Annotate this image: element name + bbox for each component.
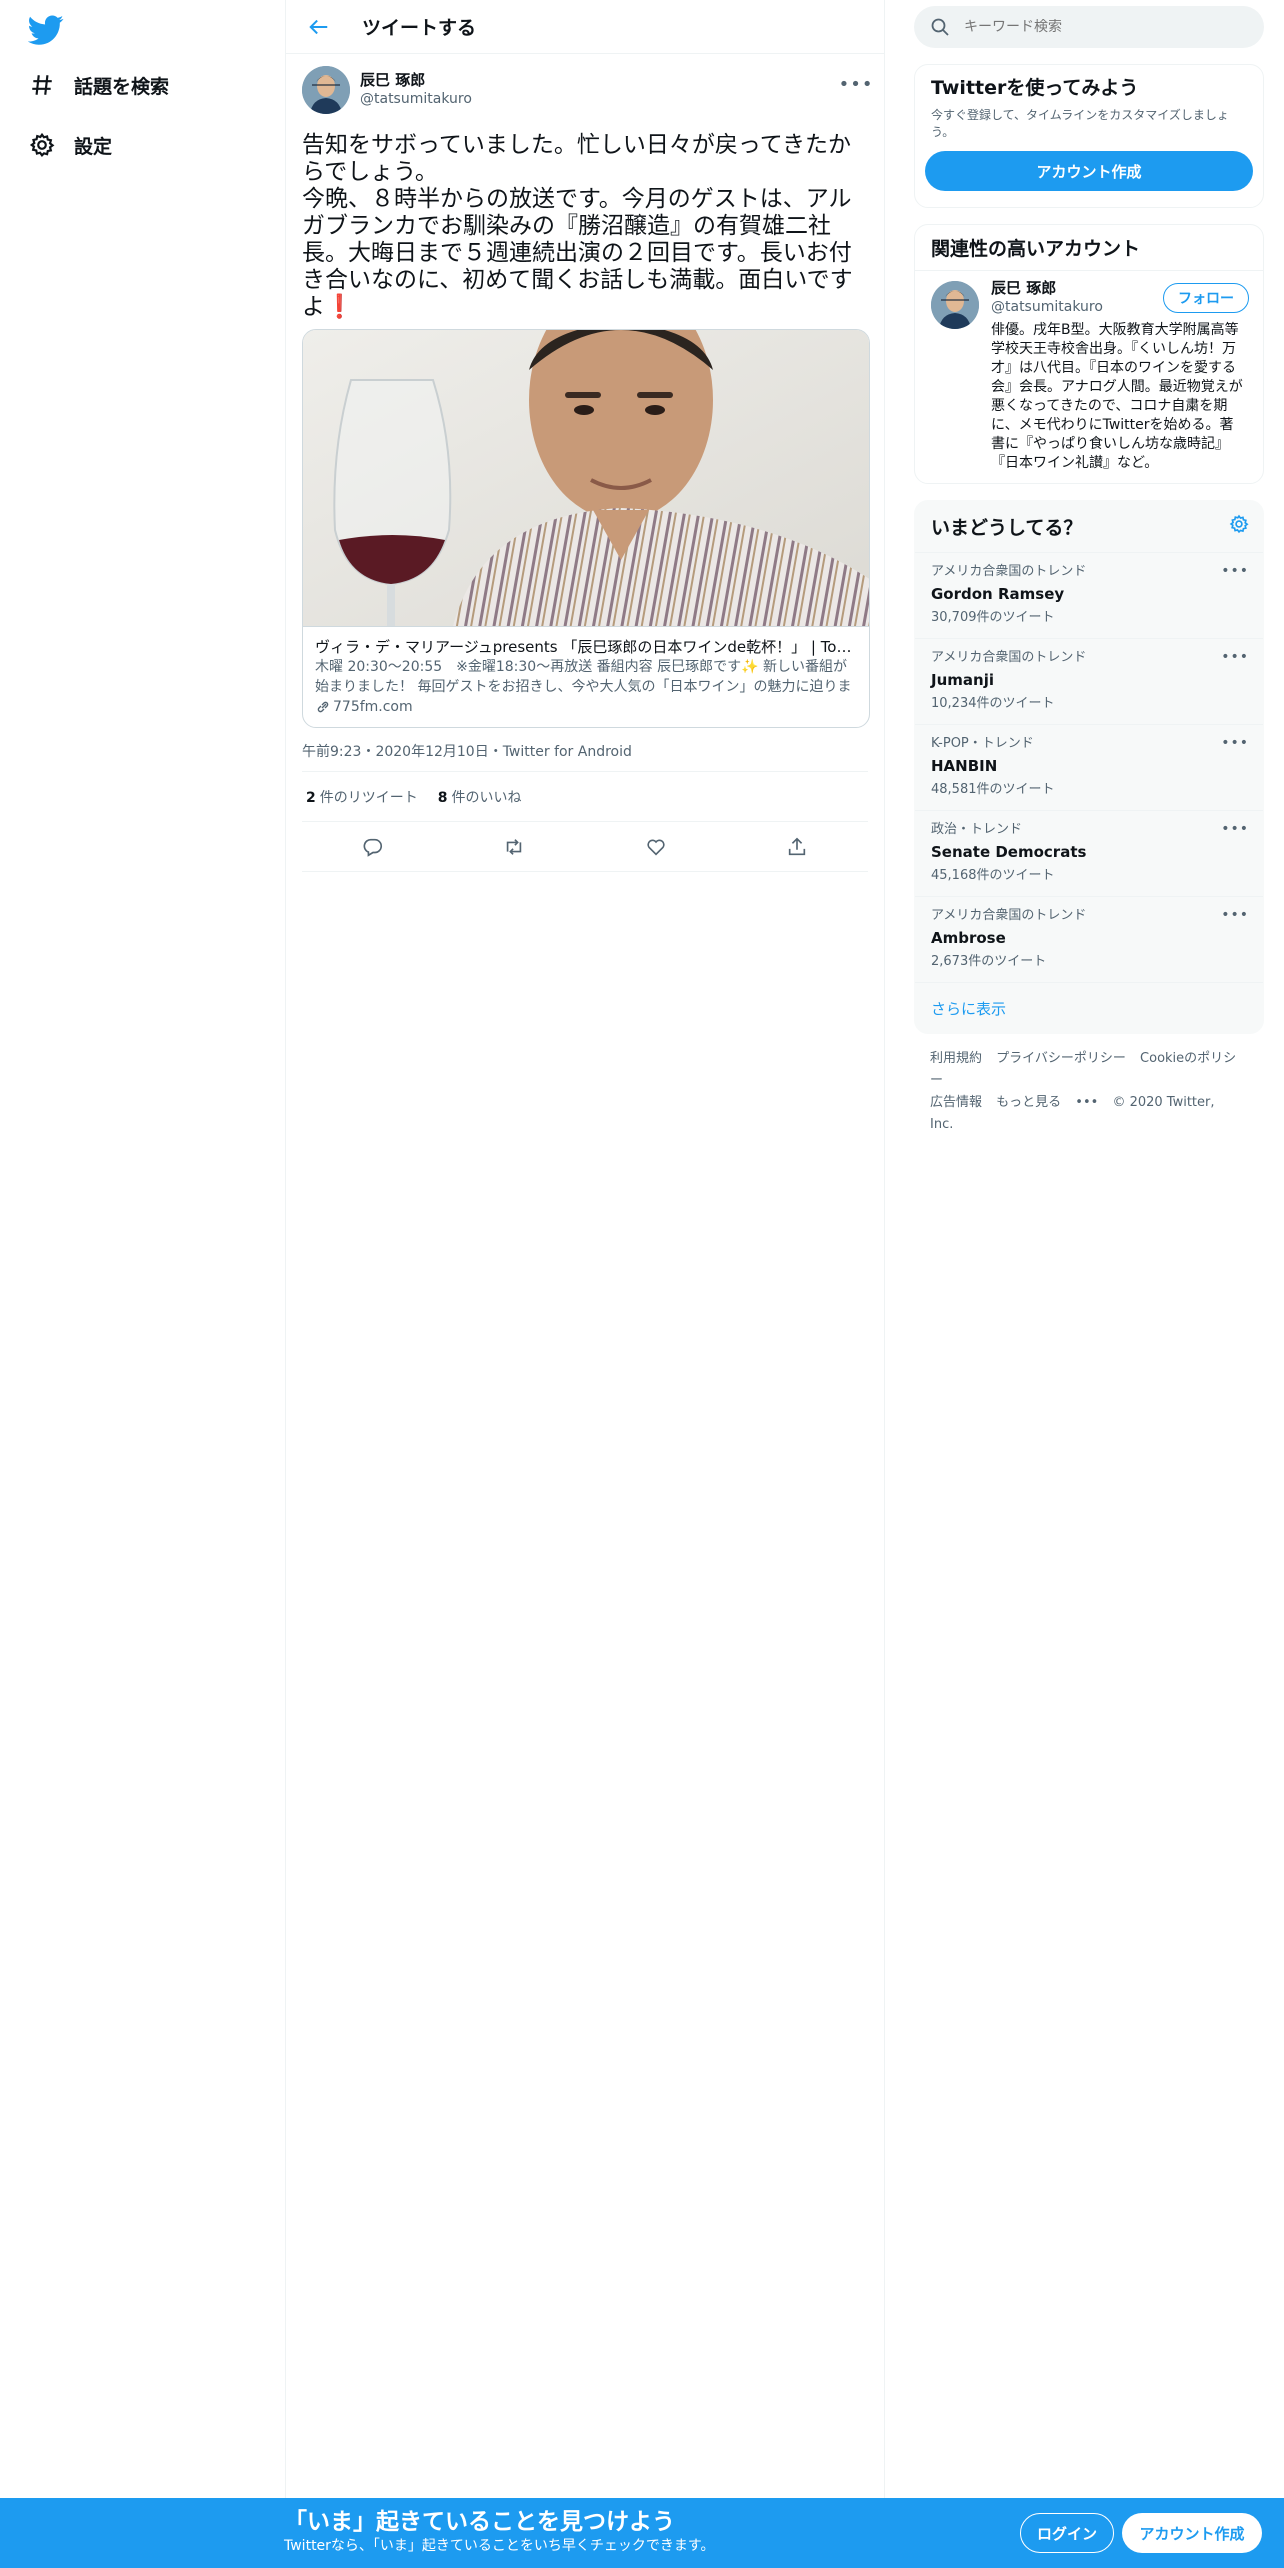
bottom-subtitle: Twitterなら、「いま」起きていることをいち早くチェックできます。 xyxy=(284,2538,715,2554)
left-sidebar: 話題を検索 設定 xyxy=(0,0,285,2498)
trend-item[interactable]: 政治・トレンド Senate Democrats 45,168件のツイート ••… xyxy=(915,811,1263,897)
retweet-icon[interactable] xyxy=(496,829,532,865)
signup-title: Twitterを使ってみよう xyxy=(931,77,1139,99)
like-count: 8 xyxy=(437,789,448,806)
bottom-signup-bar: 「いま」起きていることを見つけよう Twitterなら、「いま」起きていることを… xyxy=(0,2498,1284,2568)
search-input[interactable] xyxy=(964,19,1224,35)
nav-explore-label: 話題を検索 xyxy=(74,75,170,98)
trend-name: Senate Democrats xyxy=(931,843,1087,861)
search-icon xyxy=(930,17,950,37)
avatar[interactable] xyxy=(302,66,350,114)
avatar[interactable] xyxy=(931,281,979,329)
share-icon[interactable] xyxy=(779,829,815,865)
link-card[interactable]: ヴィラ・デ・マリアージュpresents 「辰巳琢郎の日本ワインde乾杯！」 |… xyxy=(302,329,870,728)
card-image[interactable] xyxy=(303,330,869,626)
related-accounts-panel: 関連性の高いアカウント 辰巳 琢郎 @tatsumitakuro 俳優。戌年B型… xyxy=(914,224,1264,484)
arrow-left-icon[interactable] xyxy=(302,10,336,44)
main-header: ツイートする xyxy=(286,0,884,54)
trend-item[interactable]: アメリカ合衆国のトレンド Jumanji 10,234件のツイート ••• xyxy=(915,639,1263,725)
search-box[interactable] xyxy=(914,6,1264,48)
trend-context: アメリカ合衆国のトレンド xyxy=(931,564,1087,579)
gear-icon[interactable] xyxy=(1229,514,1249,539)
trend-name: Jumanji xyxy=(931,671,994,689)
link-icon xyxy=(315,699,331,715)
more-options-icon[interactable]: ••• xyxy=(1221,821,1249,837)
create-account-button[interactable]: アカウント作成 xyxy=(925,151,1253,191)
trend-count: 48,581件のツイート xyxy=(931,782,1055,797)
nav-explore[interactable]: 話題を検索 xyxy=(28,65,169,105)
retweet-stat[interactable]: 2 件のリツイート xyxy=(306,787,418,807)
card-domain: 775fm.com xyxy=(315,697,857,717)
more-options-icon[interactable]: ••• xyxy=(839,72,873,96)
signup-subtitle: 今すぐ登録して、タイムラインをカスタマイズしましょう。 xyxy=(931,108,1229,139)
trend-item[interactable]: アメリカ合衆国のトレンド Gordon Ramsey 30,709件のツイート … xyxy=(915,553,1263,639)
like-label: 件のいいね xyxy=(451,789,522,806)
more-link[interactable]: もっと見る ••• xyxy=(996,1095,1098,1110)
tweet-author[interactable]: 辰巳 琢郎 @tatsumitakuro xyxy=(302,64,868,116)
signup-panel: Twitterを使ってみよう 今すぐ登録して、タイムラインをカスタマイズしましょ… xyxy=(914,64,1264,208)
author-name[interactable]: 辰巳 琢郎 xyxy=(360,71,472,90)
trend-context: アメリカ合衆国のトレンド xyxy=(931,650,1087,665)
trend-context: K-POP・トレンド xyxy=(931,736,1034,751)
terms-link[interactable]: 利用規約 xyxy=(930,1051,982,1066)
trend-context: 政治・トレンド xyxy=(931,822,1023,837)
trend-item[interactable]: アメリカ合衆国のトレンド Ambrose 2,673件のツイート ••• xyxy=(915,897,1263,983)
login-button[interactable]: ログイン xyxy=(1020,2513,1114,2553)
more-options-icon[interactable]: ••• xyxy=(1221,649,1249,665)
trend-name: HANBIN xyxy=(931,757,998,775)
tweet: 辰巳 琢郎 @tatsumitakuro ••• 告知をサボっていました。忙しい… xyxy=(286,54,884,872)
exclamation-emoji: ❗ xyxy=(325,294,354,320)
follow-button[interactable]: フォロー xyxy=(1163,283,1249,313)
tweet-body: 告知をサボっていました。忙しい日々が戻ってきたからでしょう。 今晩、８時半からの… xyxy=(302,132,853,320)
related-account[interactable]: 辰巳 琢郎 @tatsumitakuro 俳優。戌年B型。大阪教育大学附属高等学… xyxy=(915,271,1263,483)
card-domain-text: 775fm.com xyxy=(333,699,413,715)
trend-count: 30,709件のツイート xyxy=(931,610,1055,625)
more-options-icon[interactable]: ••• xyxy=(1221,563,1249,579)
card-description: 木曜 20:30〜20:55 ※金曜18:30〜再放送 番組内容 辰巳琢郎です✨… xyxy=(315,659,852,695)
like-icon[interactable] xyxy=(638,829,674,865)
trend-name: Gordon Ramsey xyxy=(931,585,1065,603)
related-bio: 俳優。戌年B型。大阪教育大学附属高等学校天王寺校舎出身。『くいしん坊！万才』は八… xyxy=(991,322,1243,471)
like-stat[interactable]: 8 件のいいね xyxy=(438,787,522,807)
main-column: ツイートする 辰巳 琢郎 @tatsumitakuro ••• 告知をサボってい… xyxy=(285,0,885,2498)
gear-icon xyxy=(28,131,56,159)
tweet-stats: 2 件のリツイート 8 件のいいね xyxy=(302,772,868,822)
trend-count: 45,168件のツイート xyxy=(931,868,1055,883)
trends-title: いまどうしてる？ xyxy=(931,517,1083,539)
more-options-icon[interactable]: ••• xyxy=(1221,907,1249,923)
more-options-icon[interactable]: ••• xyxy=(1221,735,1249,751)
trends-panel: いまどうしてる？ アメリカ合衆国のトレンド Gordon Ramsey 30,7… xyxy=(914,500,1264,1034)
card-title: ヴィラ・デ・マリアージュpresents 「辰巳琢郎の日本ワインde乾杯！」 |… xyxy=(315,638,857,656)
author-handle: @tatsumitakuro xyxy=(360,91,472,107)
reply-icon[interactable] xyxy=(355,829,391,865)
ads-link[interactable]: 広告情報 xyxy=(930,1095,982,1110)
right-sidebar: Twitterを使ってみよう 今すぐ登録して、タイムラインをカスタマイズしましょ… xyxy=(914,0,1264,1136)
related-title: 関連性の高いアカウント xyxy=(915,225,1263,271)
trend-context: アメリカ合衆国のトレンド xyxy=(931,908,1087,923)
tweet-text: 告知をサボっていました。忙しい日々が戻ってきたからでしょう。 今晩、８時半からの… xyxy=(302,132,868,321)
signup-button[interactable]: アカウント作成 xyxy=(1122,2513,1262,2553)
trend-count: 2,673件のツイート xyxy=(931,954,1047,969)
retweet-label: 件のリツイート xyxy=(319,789,418,806)
tweet-actions xyxy=(302,822,868,872)
more-link-label: もっと見る xyxy=(996,1095,1062,1110)
show-more-link[interactable]: さらに表示 xyxy=(915,983,1263,1033)
tweet-timestamp[interactable]: 午前9:23・2020年12月10日・Twitter for Android xyxy=(302,742,868,772)
page-title: ツイートする xyxy=(362,17,477,39)
trend-count: 10,234件のツイート xyxy=(931,696,1055,711)
footer-links: 利用規約 プライバシーポリシー Cookieのポリシー 広告情報 もっと見る •… xyxy=(914,1048,1264,1136)
twitter-bird-icon[interactable] xyxy=(27,12,64,48)
hashtag-icon xyxy=(28,71,56,99)
nav-settings-label: 設定 xyxy=(74,135,113,158)
nav-settings[interactable]: 設定 xyxy=(28,125,112,165)
trend-name: Ambrose xyxy=(931,929,1006,947)
trend-item[interactable]: K-POP・トレンド HANBIN 48,581件のツイート ••• xyxy=(915,725,1263,811)
bottom-title: 「いま」起きていることを見つけよう xyxy=(284,2509,675,2535)
retweet-count: 2 xyxy=(306,789,316,806)
privacy-link[interactable]: プライバシーポリシー xyxy=(996,1051,1126,1066)
trends-header: いまどうしてる？ xyxy=(915,501,1263,553)
